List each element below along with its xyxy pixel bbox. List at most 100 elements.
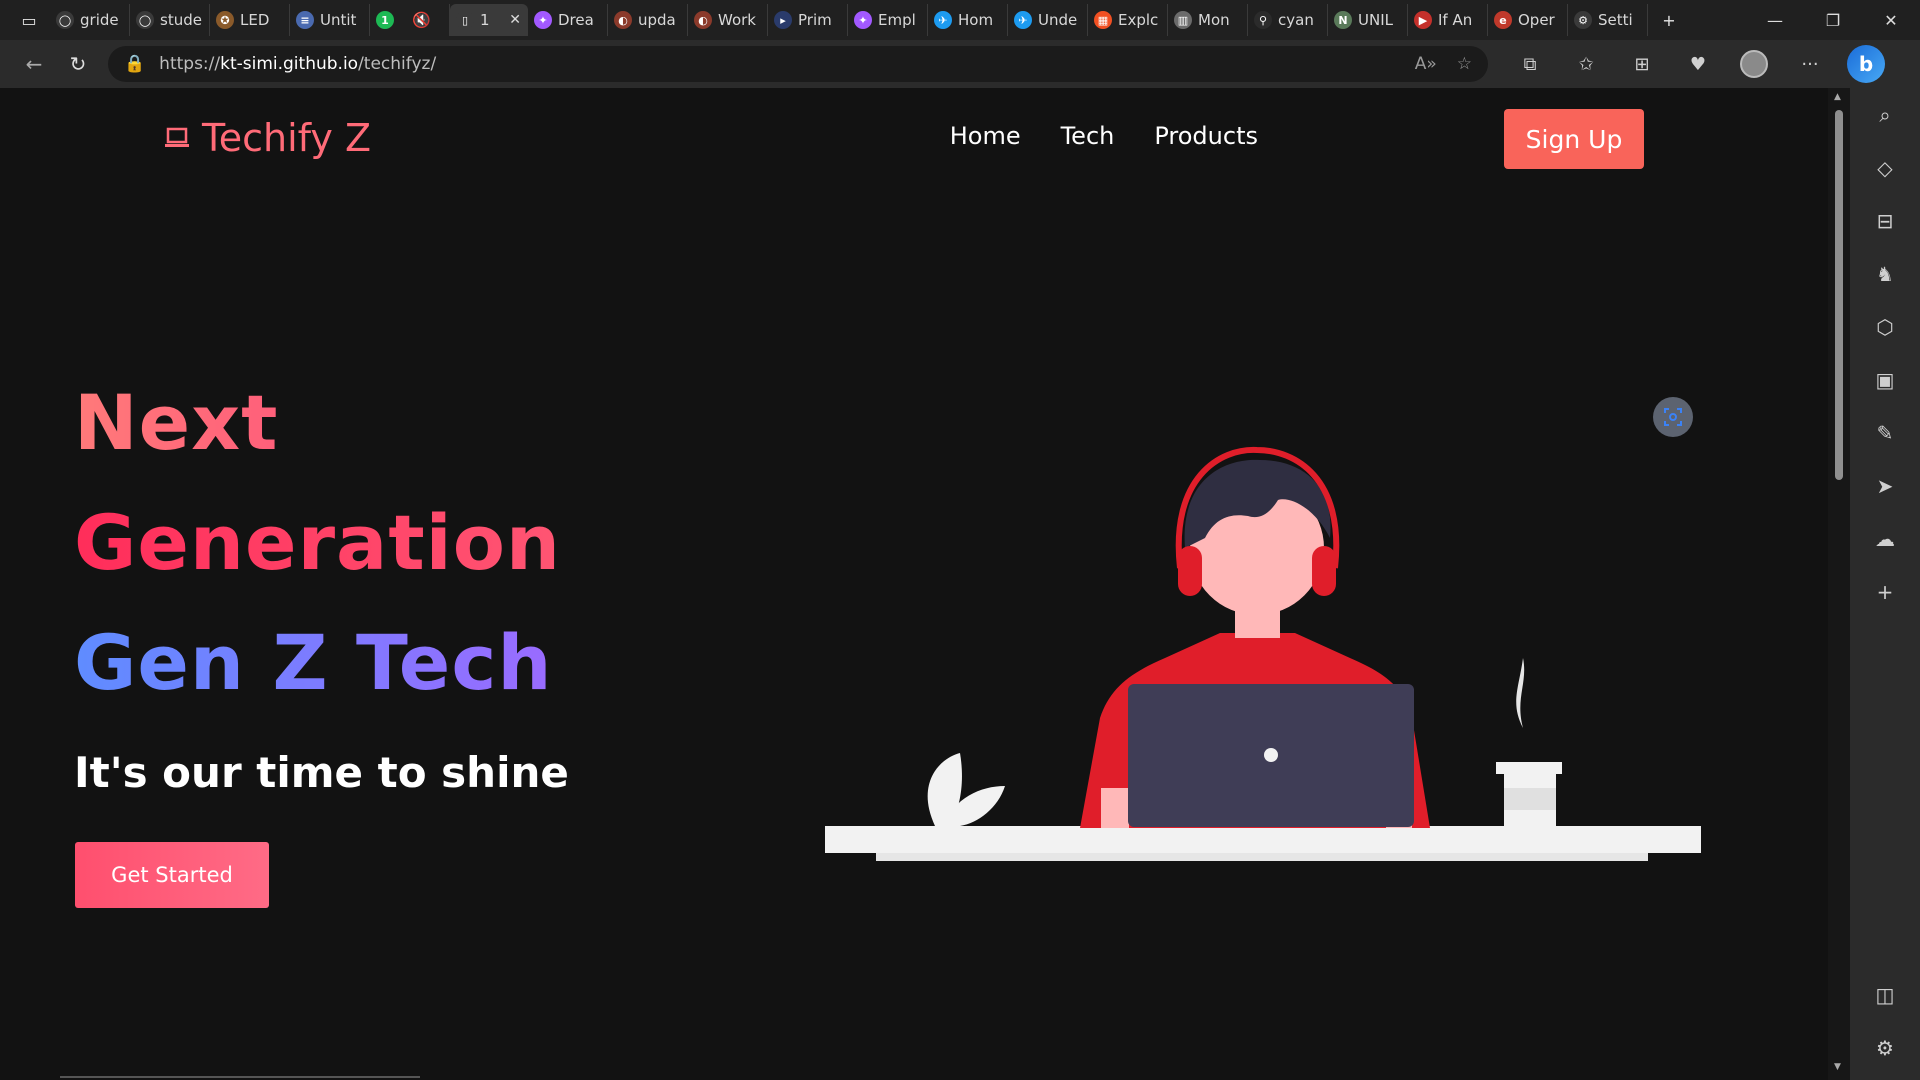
person-arm <box>1101 788 1129 828</box>
tab-label: Setti <box>1598 11 1633 29</box>
scroll-thumb[interactable] <box>1835 110 1843 480</box>
page-divider <box>60 1076 420 1078</box>
refresh-icon[interactable]: ↻ <box>56 44 100 84</box>
profile-avatar[interactable] <box>1726 44 1782 84</box>
browser-essentials-icon[interactable]: ♥ <box>1670 44 1726 84</box>
browser-tab[interactable]: ▦ Explc <box>1088 4 1168 36</box>
tab-favicon-icon: ◯ <box>56 11 74 29</box>
browser-tab[interactable]: N UNIL <box>1328 4 1408 36</box>
tab-favicon-icon: ✦ <box>854 11 872 29</box>
laptop-logo <box>1264 748 1278 762</box>
address-bar-row: ← ↻ 🔒 https://kt-simi.github.io/techifyz… <box>0 40 1920 88</box>
games-icon[interactable]: ♞ <box>1850 247 1920 300</box>
tab-muted-icon[interactable]: 🔇 <box>412 11 431 29</box>
browser-tab[interactable]: ⚙ Setti <box>1568 4 1648 36</box>
laptop-icon <box>165 127 189 147</box>
back-icon[interactable]: ← <box>12 44 56 84</box>
site-logo[interactable]: Techify Z <box>164 116 371 160</box>
tab-label: Explc <box>1118 11 1159 29</box>
browser-tab[interactable]: ◯ gride <box>50 4 130 36</box>
cloud-icon[interactable]: ☁ <box>1850 512 1920 565</box>
browser-tab[interactable]: ◯ stude <box>130 4 210 36</box>
browser-tab[interactable]: ✈ Hom <box>928 4 1008 36</box>
tab-favicon-icon: 1 <box>376 11 394 29</box>
tab-close-icon[interactable]: ✕ <box>509 12 521 28</box>
browser-tab[interactable]: ▥ Mon <box>1168 4 1248 36</box>
tab-favicon-icon: ▶ <box>1414 11 1432 29</box>
tab-label: If An <box>1438 11 1473 29</box>
page-scrollbar[interactable]: ▲ ▼ <box>1828 88 1850 1080</box>
tools-icon[interactable]: ⊟ <box>1850 194 1920 247</box>
tab-label: Drea <box>558 11 594 29</box>
tab-label: upda <box>638 11 676 29</box>
tab-label: Unde <box>1038 11 1078 29</box>
add-favorite-icon[interactable]: ☆ <box>1457 54 1472 74</box>
browser-tab[interactable]: e Oper <box>1488 4 1568 36</box>
tab-favicon-icon: ≡ <box>296 11 314 29</box>
favorites-icon[interactable]: ✩ <box>1558 44 1614 84</box>
tab-favicon-icon: ✈ <box>934 11 952 29</box>
browser-tab[interactable]: ▯ 1 ✕ <box>450 4 528 36</box>
close-icon[interactable]: ✕ <box>1862 0 1920 40</box>
nav-tech[interactable]: Tech <box>1061 122 1115 150</box>
browser-tab[interactable]: ◐ upda <box>608 4 688 36</box>
settings-gear-icon[interactable]: ⚙ <box>1850 1021 1920 1074</box>
more-options-icon[interactable]: ··· <box>1782 44 1838 84</box>
nav-home[interactable]: Home <box>950 122 1021 150</box>
tab-label: Untit <box>320 11 357 29</box>
browser-tab[interactable]: ✦ Drea <box>528 4 608 36</box>
tab-favicon-icon: ✪ <box>216 11 234 29</box>
shopping-tag-icon[interactable]: ◇ <box>1850 141 1920 194</box>
minimize-icon[interactable]: — <box>1746 0 1804 40</box>
browser-tab[interactable]: ✈ Unde <box>1008 4 1088 36</box>
headphones-ear-left <box>1178 546 1202 596</box>
tab-favicon-icon: ▦ <box>1094 11 1112 29</box>
url-field[interactable]: 🔒 https://kt-simi.github.io/techifyz/ A»… <box>108 46 1488 82</box>
get-started-button[interactable]: Get Started <box>75 842 269 908</box>
browser-tab[interactable]: ▸ Prim <box>768 4 848 36</box>
tab-favicon-icon: ⚲ <box>1254 11 1272 29</box>
office-icon[interactable]: ⬡ <box>1850 300 1920 353</box>
browser-tab[interactable]: ✦ Empl <box>848 4 928 36</box>
send-icon[interactable]: ➤ <box>1850 459 1920 512</box>
tab-favicon-icon: ▸ <box>774 11 792 29</box>
tab-label: 1 <box>480 11 490 29</box>
tabs-container: ◯ gride ◯ stude ✪ LED ≡ Untit 1 🔇 ▯ 1 ✕ ✦ Drea ◐ upda ◐ Wo… <box>50 4 1648 36</box>
tab-favicon-icon: ◯ <box>136 11 154 29</box>
search-icon[interactable]: ⌕ <box>1850 88 1920 141</box>
browser-tab[interactable]: ▶ If An <box>1408 4 1488 36</box>
tab-label: Mon <box>1198 11 1230 29</box>
signup-button[interactable]: Sign Up <box>1504 109 1644 169</box>
new-tab-icon[interactable]: + <box>1654 5 1684 35</box>
add-icon[interactable]: + <box>1850 565 1920 618</box>
browser-tab[interactable]: ✪ LED <box>210 4 290 36</box>
tab-label: cyan <box>1278 11 1314 29</box>
extensions-icon[interactable]: ⧉ <box>1502 44 1558 84</box>
edge-sidebar: ⌕ ◇ ⊟ ♞ ⬡ ▣ ✎ ➤ ☁ + ◫ ⚙ <box>1850 88 1920 1080</box>
hero-tagline: It's our time to shine <box>74 748 569 797</box>
bing-copilot-icon[interactable]: b <box>1838 44 1894 84</box>
site-nav: Home Tech Products <box>950 122 1258 150</box>
tab-favicon-icon: e <box>1494 11 1512 29</box>
collections-icon[interactable]: ⊞ <box>1614 44 1670 84</box>
browser-tab[interactable]: 1 🔇 <box>370 4 450 36</box>
browser-tab[interactable]: ≡ Untit <box>290 4 370 36</box>
restore-icon[interactable]: ❐ <box>1804 0 1862 40</box>
hero-heading-line2: Generation <box>74 498 562 587</box>
browser-tab[interactable]: ⚲ cyan <box>1248 4 1328 36</box>
split-view-icon[interactable]: ◫ <box>1850 968 1920 1021</box>
scroll-down-icon[interactable]: ▼ <box>1834 1062 1841 1072</box>
window-controls: — ❐ ✕ <box>1746 0 1920 40</box>
outlook-icon[interactable]: ▣ <box>1850 353 1920 406</box>
tab-label: gride <box>80 11 119 29</box>
tab-label: Work <box>718 11 756 29</box>
visual-search-icon[interactable] <box>1653 397 1693 437</box>
browser-tab[interactable]: ◐ Work <box>688 4 768 36</box>
scroll-up-icon[interactable]: ▲ <box>1834 92 1841 102</box>
tab-label: Hom <box>958 11 994 29</box>
nav-products[interactable]: Products <box>1154 122 1258 150</box>
tab-actions-icon[interactable]: ▭ <box>14 5 44 35</box>
designer-icon[interactable]: ✎ <box>1850 406 1920 459</box>
url-text: https://kt-simi.github.io/techifyz/ <box>159 54 437 74</box>
read-aloud-icon[interactable]: A» <box>1415 54 1437 74</box>
